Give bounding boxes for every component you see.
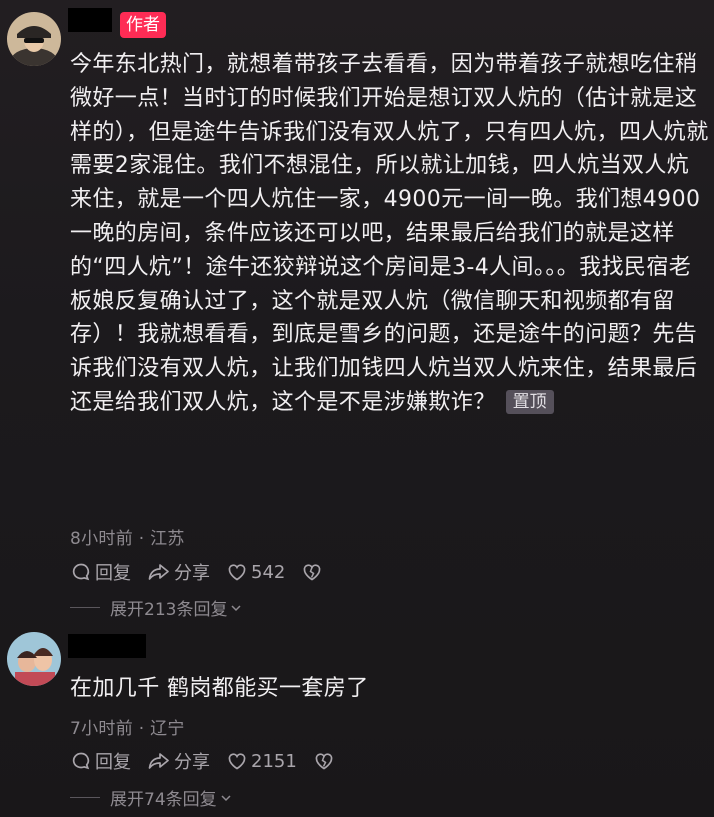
share-label: 分享 xyxy=(174,563,210,584)
reply-button[interactable]: 回复 xyxy=(70,559,131,585)
comment-text-body: 在加几千 鹤岗都能买一套房了 xyxy=(70,676,369,701)
comment-meta: 7小时前 · 辽宁 xyxy=(70,719,185,739)
divider-line xyxy=(70,607,100,608)
expand-replies-button[interactable]: 展开74条回复 xyxy=(70,785,233,810)
expand-replies-label: 展开74条回复 xyxy=(110,790,217,810)
like-button[interactable]: 542 xyxy=(226,561,285,583)
username-redacted[interactable] xyxy=(68,8,112,32)
reply-label: 回复 xyxy=(95,752,131,773)
dislike-button[interactable] xyxy=(313,750,338,772)
reply-icon xyxy=(72,563,90,581)
heart-icon xyxy=(228,753,246,770)
comment-text[interactable]: 今年东北热门，就想着带孩子去看看，因为带着孩子就想吃住稍微好一点！当时订的时候我… xyxy=(70,48,710,420)
chevron-down-icon xyxy=(221,794,231,801)
divider-line xyxy=(70,797,100,798)
reply-button[interactable]: 回复 xyxy=(70,748,131,774)
author-badge: 作者 xyxy=(120,12,166,38)
comment-text-body: 今年东北热门，就想着带孩子去看看，因为带着孩子就想吃住稍微好一点！当时订的时候我… xyxy=(70,52,709,415)
expand-replies-button[interactable]: 展开213条回复 xyxy=(70,595,243,620)
comment-text[interactable]: 在加几千 鹤岗都能买一套房了 xyxy=(70,672,710,706)
like-count: 2151 xyxy=(251,750,297,772)
expand-replies-label: 展开213条回复 xyxy=(110,600,228,620)
heart-icon xyxy=(228,564,246,581)
pinned-badge: 置顶 xyxy=(505,389,554,414)
comment-actions: 回复 分享 542 xyxy=(70,559,342,585)
reply-label: 回复 xyxy=(95,563,131,584)
reply-icon xyxy=(72,752,90,770)
comment-actions: 回复 分享 2151 xyxy=(70,748,354,774)
dislike-button[interactable] xyxy=(301,561,326,583)
like-button[interactable]: 2151 xyxy=(226,750,297,772)
share-icon xyxy=(148,564,169,580)
share-button[interactable]: 分享 xyxy=(147,748,210,774)
avatar[interactable] xyxy=(7,632,61,686)
comment-item: 在加几千 鹤岗都能买一套房了 7小时前 · 辽宁 回复 分享 2151 展开74… xyxy=(0,620,714,817)
avatar[interactable] xyxy=(7,12,61,66)
like-count: 542 xyxy=(251,561,286,583)
username-redacted[interactable] xyxy=(68,634,146,658)
share-label: 分享 xyxy=(174,752,210,773)
share-icon xyxy=(148,753,169,769)
chevron-down-icon xyxy=(231,604,241,611)
broken-heart-icon xyxy=(304,564,321,581)
comment-item: 作者 今年东北热门，就想着带孩子去看看，因为带着孩子就想吃住稍微好一点！当时订的… xyxy=(0,0,714,620)
share-button[interactable]: 分享 xyxy=(147,559,210,585)
broken-heart-icon xyxy=(315,753,333,770)
comment-meta: 8小时前 · 江苏 xyxy=(70,529,185,549)
